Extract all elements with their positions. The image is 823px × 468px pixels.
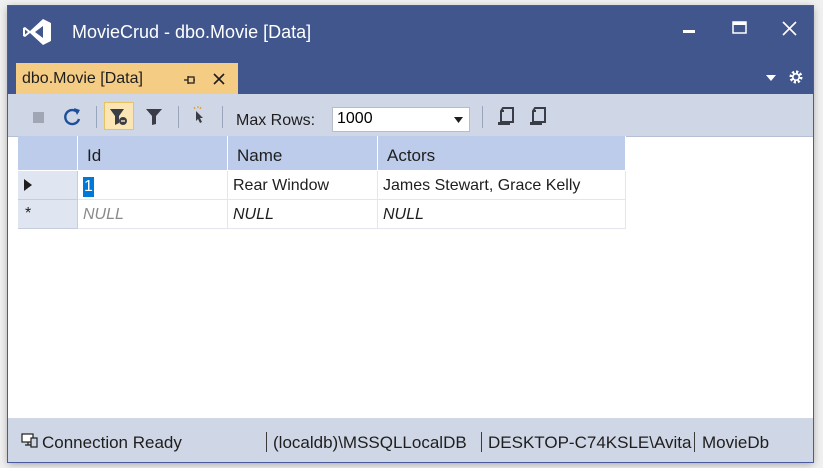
column-header-actors[interactable]: Actors xyxy=(378,136,626,171)
cell-name[interactable]: NULL xyxy=(228,200,378,229)
max-rows-label: Max Rows: xyxy=(236,112,316,129)
title-bar[interactable]: MovieCrud - dbo.Movie [Data] xyxy=(8,6,813,58)
tab-dbo-movie-data[interactable]: dbo.Movie [Data] xyxy=(16,63,238,94)
filter-icon xyxy=(146,109,162,125)
cell-actors[interactable]: James Stewart, Grace Kelly xyxy=(378,171,626,200)
status-separator xyxy=(266,432,267,452)
max-rows-select[interactable]: 1000 xyxy=(332,107,470,132)
status-separator xyxy=(694,432,695,452)
table-row: 1 Rear Window James Stewart, Grace Kelly xyxy=(18,171,626,200)
maximize-button[interactable] xyxy=(720,14,760,44)
column-header-label: Id xyxy=(87,146,102,165)
close-icon xyxy=(782,21,797,36)
cell-value: NULL xyxy=(233,206,274,223)
stop-button[interactable] xyxy=(28,105,50,127)
cell-value: NULL xyxy=(83,206,124,223)
column-header-label: Name xyxy=(237,146,283,165)
connection-status: Connection Ready xyxy=(42,433,182,452)
status-server: (localdb)\MSSQLLocalDB xyxy=(273,433,467,452)
row-selector[interactable] xyxy=(18,171,78,200)
refresh-button[interactable] xyxy=(62,105,84,127)
script-icon xyxy=(498,107,514,125)
script-button[interactable] xyxy=(496,105,518,127)
visual-studio-logo-icon xyxy=(23,19,51,45)
toolbar-separator xyxy=(482,106,483,128)
connection-icon xyxy=(21,433,38,448)
sort-filter-button[interactable] xyxy=(104,102,134,130)
filter-sort-icon xyxy=(110,109,127,125)
cell-name[interactable]: Rear Window xyxy=(228,171,378,200)
status-database: MovieDb xyxy=(702,433,770,452)
grid-corner[interactable] xyxy=(18,136,78,171)
maximize-icon xyxy=(732,21,747,34)
cell-value: NULL xyxy=(383,206,424,223)
pin-icon[interactable] xyxy=(182,72,198,88)
column-header-label: Actors xyxy=(387,146,436,165)
stop-icon xyxy=(33,112,44,123)
status-separator xyxy=(481,432,482,452)
pointer-icon xyxy=(193,106,203,123)
script-execute-button[interactable] xyxy=(528,105,550,127)
document-tab-strip: dbo.Movie [Data] xyxy=(8,58,813,94)
filter-button[interactable] xyxy=(144,105,166,127)
status-user: DESKTOP-C74KSLE\Avita xyxy=(488,433,692,452)
script-execute-icon xyxy=(530,107,546,125)
toolbar-separator xyxy=(178,106,179,128)
chevron-down-icon xyxy=(454,117,463,123)
status-bar: Connection Ready (localdb)\MSSQLLocalDB … xyxy=(8,418,813,462)
tab-close-icon[interactable] xyxy=(212,72,226,86)
column-header-name[interactable]: Name xyxy=(228,136,378,171)
column-header-id[interactable]: Id xyxy=(78,136,228,171)
minimize-icon xyxy=(683,30,695,33)
refresh-icon xyxy=(64,108,81,126)
row-selector[interactable]: * xyxy=(18,200,78,229)
pointer-button[interactable] xyxy=(188,105,210,127)
table-row-new: * NULL NULL NULL xyxy=(18,200,626,229)
toolbar-separator xyxy=(222,106,223,128)
minimize-button[interactable] xyxy=(670,14,710,44)
app-window: MovieCrud - dbo.Movie [Data] dbo.Movie [… xyxy=(8,6,813,462)
cell-value: Rear Window xyxy=(233,177,330,194)
tab-label: dbo.Movie [Data] xyxy=(22,70,143,87)
data-toolbar: Max Rows: 1000 xyxy=(8,94,813,137)
cell-value: 1 xyxy=(83,177,94,197)
toolbar-separator xyxy=(96,106,97,128)
cell-value: James Stewart, Grace Kelly xyxy=(383,177,581,194)
new-row-indicator: * xyxy=(25,205,32,222)
gear-icon[interactable] xyxy=(788,69,804,85)
close-window-button[interactable] xyxy=(770,14,810,44)
window-title: MovieCrud - dbo.Movie [Data] xyxy=(72,22,312,42)
chevron-down-icon[interactable] xyxy=(765,74,777,82)
max-rows-value: 1000 xyxy=(337,110,373,127)
current-row-arrow-icon xyxy=(24,179,32,191)
cell-actors[interactable]: NULL xyxy=(378,200,626,229)
grid-header-row: Id Name Actors xyxy=(18,136,626,171)
cell-id[interactable]: 1 xyxy=(78,171,228,200)
cell-id[interactable]: NULL xyxy=(78,200,228,229)
